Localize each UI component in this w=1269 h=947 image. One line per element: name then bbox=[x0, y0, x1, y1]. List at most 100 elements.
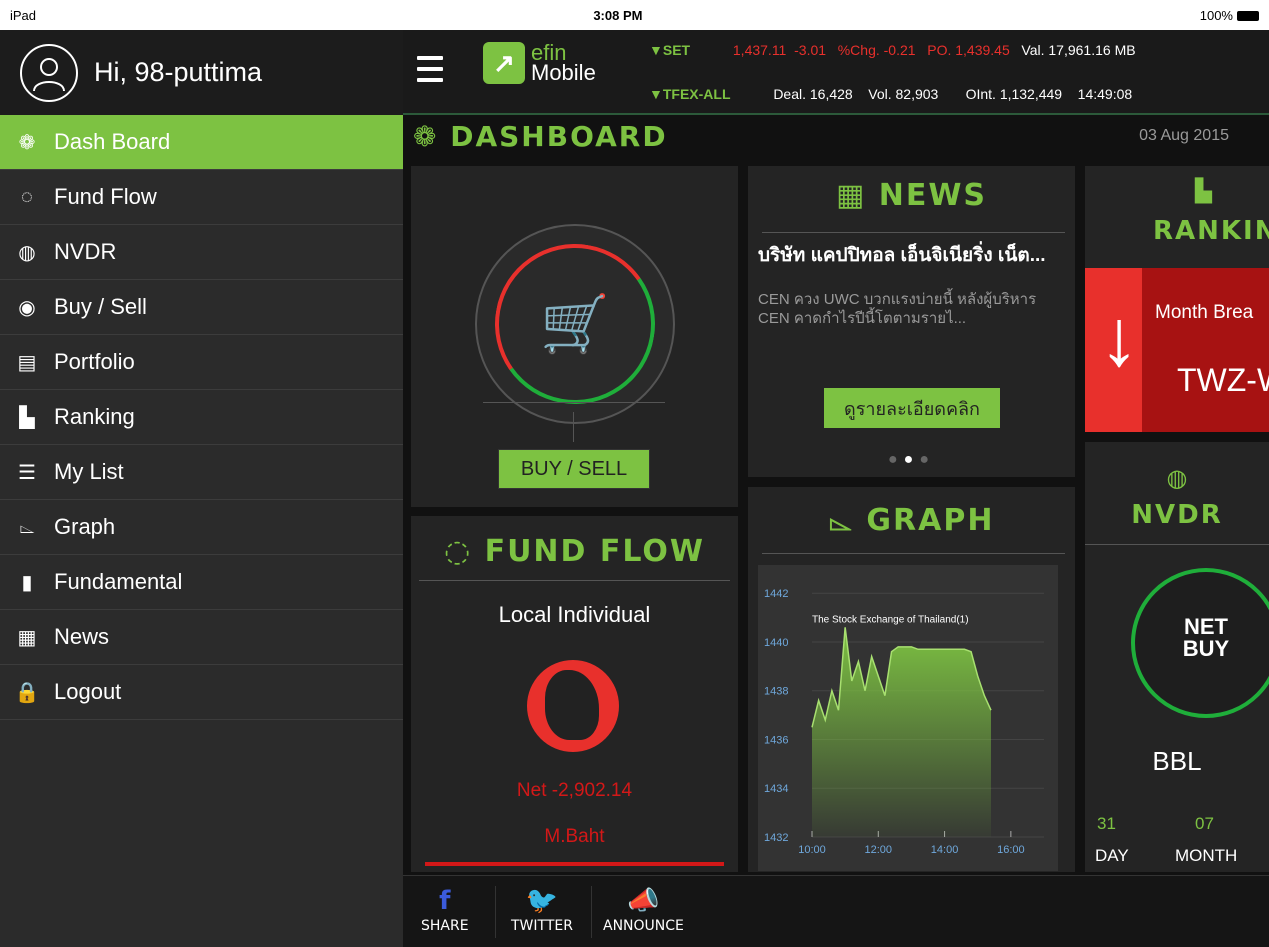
fund-flow-title: ◌ FUND FLOW bbox=[443, 534, 706, 569]
down-arrow-icon: ↓ bbox=[1099, 293, 1139, 382]
nvdr-month-label: MONTH bbox=[1175, 846, 1238, 865]
share-button[interactable]: f SHARE bbox=[421, 886, 469, 934]
sidebar-item-label: Graph bbox=[54, 514, 116, 539]
news-summary: CEN ควง UWC บวกแรงบ่ายนี้ หลังผู้บริหาร … bbox=[758, 291, 1037, 327]
sidebar-item-news[interactable]: ▦ News bbox=[0, 610, 403, 665]
dashboard-icon: ❁ bbox=[18, 131, 36, 154]
nvdr-title: NVDR bbox=[1131, 500, 1223, 530]
battery-level: 100% bbox=[1199, 7, 1233, 23]
sidebar-item-my-list[interactable]: ☰ My List bbox=[0, 445, 403, 500]
nvdr-month-value: 07 bbox=[1195, 814, 1214, 833]
fund-flow-subtitle: Local Individual bbox=[498, 602, 651, 627]
nvdr-panel[interactable]: ◍ NVDR NET BUY BBL 31 07 DAY MONTH bbox=[1085, 442, 1269, 872]
sidebar-item-fund-flow[interactable]: ◌ Fund Flow bbox=[0, 170, 403, 225]
buy-sell-icon: ◉ bbox=[18, 296, 36, 319]
sidebar-item-label: Fundamental bbox=[54, 569, 183, 594]
sidebar-item-dashboard[interactable]: ❁ Dash Board bbox=[0, 115, 403, 170]
avatar-icon bbox=[20, 43, 78, 102]
page-title: ❁ DASHBOARD bbox=[413, 120, 668, 153]
announce-button[interactable]: 📣 ANNOUNCE bbox=[603, 886, 684, 934]
sidebar-item-graph[interactable]: ⌳ Graph bbox=[0, 500, 403, 555]
bottom-bar: f SHARE 🐦 TWITTER 📣 ANNOUNCE bbox=[403, 875, 1269, 947]
set-ticker: ▼SET 1,437.11 -3.01 %Chg. -0.21 PO. 1,43… bbox=[649, 42, 1136, 58]
graph-panel[interactable]: ⌳ GRAPH 1432 1434 1436 1438 1440 1442 10:00 12:… bbox=[748, 487, 1075, 872]
top-bar: ↗ efin Mobile ▼SET 1,437.11 -3.01 %Chg. … bbox=[403, 30, 1269, 115]
dashboard-date: 03 Aug 2015 bbox=[1139, 127, 1229, 144]
hamburger-menu-icon[interactable] bbox=[417, 56, 443, 82]
chart-title: The Stock Exchange of Thailand(1) bbox=[812, 614, 969, 625]
carousel-dots[interactable]: ●●● bbox=[748, 451, 1075, 469]
ranking-icon: ▙ bbox=[1195, 178, 1212, 203]
app-logo: ↗ efin Mobile bbox=[483, 42, 596, 84]
set-pct-change: %Chg. -0.21 bbox=[837, 42, 916, 58]
chart-y-tick-label: 1436 bbox=[764, 734, 788, 746]
battery-icon bbox=[1236, 11, 1259, 22]
sidebar-item-portfolio[interactable]: ▤ Portfolio bbox=[0, 335, 403, 390]
fund-flow-panel[interactable]: ◌ FUND FLOW Local Individual Net -2,902.… bbox=[411, 516, 738, 872]
device-label: iPad bbox=[10, 7, 37, 23]
nvdr-day-label: DAY bbox=[1095, 846, 1129, 865]
lock-icon: 🔒 bbox=[14, 681, 40, 704]
sidebar: Hi, 98-puttima ❁ Dash Board ◌ Fund Flow ◍ N… bbox=[0, 30, 403, 947]
sidebar-item-label: Dash Board bbox=[54, 129, 171, 154]
graph-icon: ⌳ bbox=[828, 503, 867, 538]
logo-line2: Mobile bbox=[531, 60, 596, 85]
net-buy-badge: NET BUY bbox=[1131, 568, 1269, 718]
sidebar-item-label: Portfolio bbox=[54, 349, 135, 374]
chart-x-tick-label: 16:00 bbox=[997, 844, 1025, 856]
user-greeting: Hi, 98-puttima bbox=[94, 57, 263, 87]
tfex-open-interest: OInt. 1,132,449 bbox=[965, 86, 1063, 102]
dashboard-icon: ❁ bbox=[413, 120, 451, 153]
profile-header[interactable]: Hi, 98-puttima bbox=[0, 30, 403, 115]
twitter-icon: 🐦 bbox=[525, 886, 559, 916]
chart-area bbox=[812, 627, 991, 837]
news-detail-button[interactable]: ดูรายละเอียดคลิก bbox=[824, 388, 1000, 428]
sidebar-item-label: NVDR bbox=[54, 239, 117, 264]
news-panel[interactable]: ▦ NEWS บริษัท แคปปิทอล เอ็นจิเนียริ่ง เน… bbox=[748, 166, 1075, 477]
fund-flow-unit: M.Baht bbox=[544, 826, 605, 847]
set-po: PO. 1,439.45 bbox=[927, 42, 1010, 58]
fundamental-icon: ▮ bbox=[21, 571, 33, 594]
sidebar-item-label: My List bbox=[54, 459, 124, 484]
sidebar-item-logout[interactable]: 🔒 Logout bbox=[0, 665, 403, 720]
list-icon: ☰ bbox=[18, 461, 36, 484]
news-icon: ▦ bbox=[17, 626, 37, 649]
ranking-card[interactable]: ↓ Month Brea TWZ-W bbox=[1085, 268, 1269, 432]
fund-flow-icon: ◌ bbox=[443, 534, 485, 569]
fund-flow-bar bbox=[425, 862, 724, 866]
chart-y-tick-label: 1440 bbox=[764, 637, 788, 649]
tfex-deal: Deal. 16,428 bbox=[773, 86, 853, 102]
chart-y-tick-label: 1442 bbox=[764, 588, 788, 600]
logo-arrow-icon: ↗ bbox=[483, 42, 525, 84]
news-headline[interactable]: บริษัท แคปปิทอล เอ็นจิเนียริ่ง เน็ต... bbox=[748, 240, 1075, 270]
sidebar-item-nvdr[interactable]: ◍ NVDR bbox=[0, 225, 403, 280]
status-time: 3:08 PM bbox=[593, 7, 643, 23]
ranking-symbol: TWZ-W bbox=[1177, 362, 1269, 398]
set-value: Val. 17,961.16 MB bbox=[1021, 42, 1136, 58]
sidebar-item-fundamental[interactable]: ▮ Fundamental bbox=[0, 555, 403, 610]
status-bar: iPad 3:08 PM 100% bbox=[0, 0, 1269, 30]
ranking-title: RANKING bbox=[1153, 216, 1269, 246]
sidebar-item-label: Buy / Sell bbox=[54, 294, 147, 319]
buy-sell-dial: 🛒 bbox=[475, 224, 675, 424]
tfex-name: ▼TFEX-ALL bbox=[649, 86, 731, 102]
battery-indicator: 100% bbox=[1200, 8, 1259, 23]
sidebar-item-label: Fund Flow bbox=[54, 184, 157, 209]
twitter-button[interactable]: 🐦 TWITTER bbox=[511, 886, 573, 934]
chart-x-tick-label: 10:00 bbox=[798, 844, 826, 856]
ranking-label: Month Brea bbox=[1155, 302, 1254, 323]
buy-sell-button[interactable]: BUY / SELL bbox=[498, 449, 650, 489]
ranking-panel[interactable]: ▙ RANKING ↓ Month Brea TWZ-W bbox=[1085, 166, 1269, 432]
tfex-ticker: ▼TFEX-ALL Deal. 16,428 Vol. 82,903 OInt.… bbox=[649, 86, 1132, 102]
graph-icon: ⌳ bbox=[19, 515, 35, 538]
set-index-chart[interactable]: 1432 1434 1436 1438 1440 1442 10:00 12:00 14:00 1… bbox=[758, 565, 1058, 871]
dashboard-header: ❁ DASHBOARD 03 Aug 2015 bbox=[403, 115, 1269, 161]
buy-sell-panel[interactable]: 🛒 BUY / SELL bbox=[411, 166, 738, 507]
facebook-icon: f bbox=[439, 886, 451, 916]
sidebar-item-label: News bbox=[54, 624, 110, 649]
thailand-map-icon bbox=[527, 660, 619, 752]
megaphone-icon: 📣 bbox=[627, 886, 660, 916]
sidebar-item-ranking[interactable]: ▙ Ranking bbox=[0, 390, 403, 445]
globe-icon: ◍ bbox=[1166, 465, 1188, 492]
sidebar-item-buy-sell[interactable]: ◉ Buy / Sell bbox=[0, 280, 403, 335]
